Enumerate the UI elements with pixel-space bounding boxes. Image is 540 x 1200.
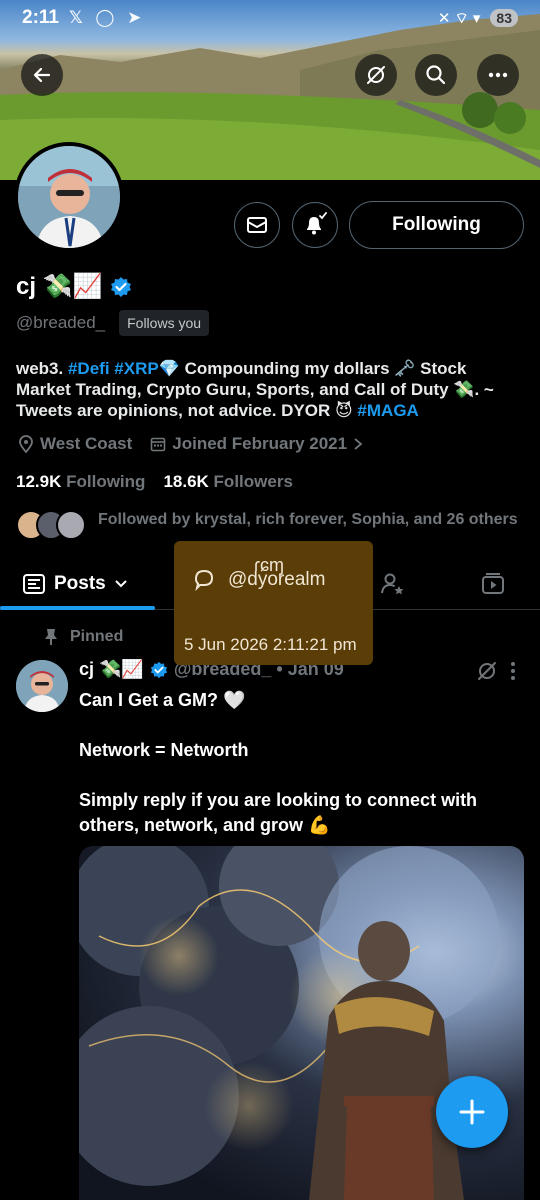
- profile-name: cj 💸📈: [16, 273, 103, 300]
- pinned-label: Pinned: [70, 628, 124, 645]
- following-label: Following: [66, 472, 146, 491]
- post-media-image[interactable]: [79, 846, 524, 1200]
- post-avatar-photo: [16, 660, 68, 712]
- location-pin-icon: [19, 435, 33, 453]
- tooltip-handle: @dyorealm: [228, 569, 326, 590]
- chevron-down-icon: [115, 579, 127, 587]
- post-line-1: Can I Get a GM? 🤍: [79, 690, 246, 710]
- hashtag-xrp[interactable]: #XRP: [114, 359, 158, 378]
- tab-highlights[interactable]: [380, 558, 406, 610]
- post-line-2: Network = Networth: [79, 740, 249, 760]
- active-tab-indicator: [0, 606, 155, 610]
- chevron-right-icon: [354, 438, 363, 450]
- system-icons: ✕ ⌔ ▾: [437, 9, 481, 27]
- calendar-icon: [150, 437, 166, 452]
- tooltip-timestamp: 5 Jun 2026 2:11:21 pm: [184, 635, 357, 654]
- search-button[interactable]: [415, 54, 457, 96]
- tab-posts-label: Posts: [54, 572, 106, 594]
- mini-avatar: [56, 510, 86, 540]
- post-line-3: Simply reply if you are looking to conne…: [79, 790, 478, 835]
- battery-icon: 83: [490, 9, 518, 27]
- joined-date[interactable]: Joined February 2021: [150, 434, 363, 454]
- pinned-indicator: Pinned: [44, 628, 123, 646]
- search-icon: [426, 65, 446, 85]
- profile-handle: @breaded_: [16, 313, 106, 332]
- follows-you-badge: Follows you: [119, 310, 210, 336]
- profile-name-row: cj 💸📈: [16, 272, 132, 301]
- grok-icon: [367, 66, 385, 84]
- followed-by-text: Followed by krystal, rich forever, Sophi…: [98, 511, 518, 528]
- notification-icons: 𝕏 ◯ ➤: [68, 8, 146, 27]
- post-actions-top: [476, 660, 516, 682]
- video-tab-icon: [482, 572, 504, 594]
- grok-button[interactable]: [355, 54, 397, 96]
- post-author-name[interactable]: cj 💸📈: [79, 659, 144, 680]
- message-button[interactable]: [234, 202, 280, 248]
- profile-avatar[interactable]: [14, 142, 124, 252]
- notification-tooltip[interactable]: ɾɕɱ @dyorealm 5 Jun 2026 2:11:21 pm: [174, 541, 373, 665]
- reply-bubble-icon: [194, 569, 214, 591]
- notifications-button[interactable]: [292, 202, 338, 248]
- bio-text: web3.: [16, 359, 68, 378]
- followed-by-avatars: [16, 510, 86, 540]
- location: West Coast: [18, 434, 132, 454]
- location-text: West Coast: [40, 434, 133, 453]
- mail-icon: [247, 217, 267, 233]
- following-count: 12.9K: [16, 472, 62, 491]
- post-artwork: [79, 846, 499, 1200]
- back-button[interactable]: [21, 54, 63, 96]
- profile-bio: web3. #Defi #XRP💎 Compounding my dollars…: [16, 358, 516, 421]
- profile-meta: West Coast Joined February 2021: [18, 434, 363, 454]
- compose-button[interactable]: [436, 1076, 508, 1148]
- verified-badge-icon[interactable]: [110, 276, 132, 298]
- post-body: Can I Get a GM? 🤍 Network = Networth Sim…: [79, 688, 519, 863]
- followed-by-row[interactable]: Followed by krystal, rich forever, Sophi…: [16, 510, 526, 540]
- status-bar: 2:11 𝕏 ◯ ➤ ✕ ⌔ ▾ 83: [0, 0, 540, 36]
- hashtag-defi[interactable]: #Defi: [68, 359, 110, 378]
- tab-media[interactable]: [481, 558, 505, 610]
- followers-label: Followers: [213, 472, 293, 491]
- follow-stats: 12.9K Following 18.6K Followers: [16, 472, 293, 492]
- avatar-photo: [18, 146, 120, 248]
- plus-icon: [459, 1099, 485, 1125]
- profile-handle-row: @breaded_ Follows you: [16, 310, 210, 336]
- status-time: 2:11: [22, 7, 59, 28]
- grok-icon[interactable]: [476, 660, 498, 682]
- followers-stat[interactable]: 18.6K Followers: [163, 472, 292, 492]
- hashtag-maga[interactable]: #MAGA: [357, 401, 418, 420]
- back-arrow-icon: [33, 67, 51, 83]
- more-icon: [488, 72, 508, 78]
- posts-icon: [23, 573, 45, 594]
- post-more-icon[interactable]: [510, 661, 516, 681]
- followers-count: 18.6K: [163, 472, 209, 491]
- tab-posts[interactable]: Posts: [22, 558, 128, 610]
- post-avatar[interactable]: [16, 660, 68, 712]
- following-button[interactable]: Following: [349, 201, 524, 249]
- bell-check-icon: [307, 212, 327, 235]
- following-stat[interactable]: 12.9K Following: [16, 472, 145, 492]
- more-button[interactable]: [477, 54, 519, 96]
- joined-text: Joined February 2021: [172, 434, 348, 453]
- pin-icon: [45, 629, 57, 645]
- person-star-icon: [381, 573, 404, 594]
- verified-badge-icon: [150, 661, 168, 678]
